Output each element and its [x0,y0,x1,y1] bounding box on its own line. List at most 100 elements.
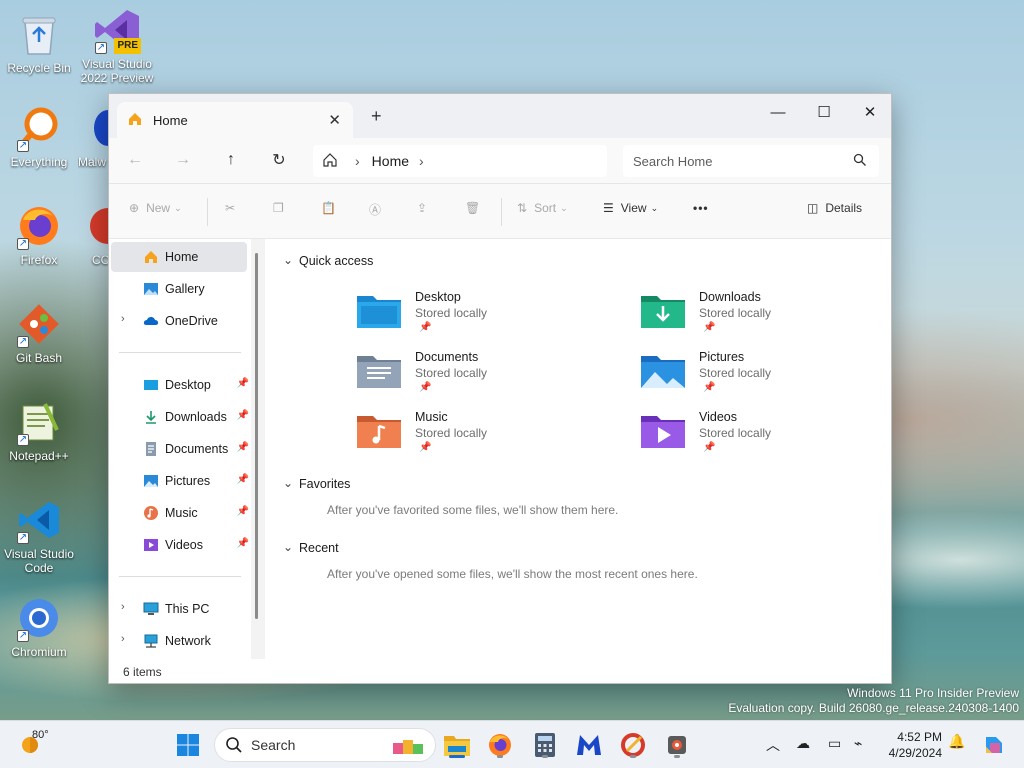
close-tab-icon[interactable]: ✕ [328,111,341,129]
chevron-right-icon[interactable]: › [121,601,125,613]
file-explorer-icon [444,736,470,756]
share-icon[interactable]: ⇪ [417,201,427,215]
desktop-icon-chromium[interactable]: ↗ Chromium [0,594,78,659]
quick-access-item-pictures[interactable]: Pictures Stored locally 📌 [641,348,901,398]
evaluation-watermark: Windows 11 Pro Insider Preview Evaluatio… [728,686,1019,716]
maximize-button[interactable]: ☐ [801,98,847,126]
taskbar-ccleaner[interactable] [617,729,649,761]
view-button[interactable]: ☰ View ⌄ [603,201,658,215]
quick-access-item-downloads[interactable]: Downloads Stored locally 📌 [641,288,901,338]
recent-header[interactable]: ⌄ Recent [283,540,339,555]
desktop-icon-ccleaner[interactable]: CC [78,202,108,267]
sidebar-item-downloads[interactable]: Downloads 📌 [111,402,249,432]
new-button[interactable]: ⊕ New ⌄ [129,201,182,215]
favorites-header[interactable]: ⌄ Favorites [283,476,350,491]
pin-icon[interactable]: 📌 [237,506,249,517]
quick-access-item-desktop[interactable]: Desktop Stored locally 📌 [357,288,617,338]
pin-icon[interactable]: 📌 [237,442,249,453]
start-button[interactable] [172,729,204,761]
address-bar[interactable]: › Home › [313,145,607,177]
refresh-icon[interactable]: ↻ [265,148,293,172]
pin-icon[interactable]: 📌 [237,538,249,549]
desktop-icon-vscode[interactable]: ↗ Visual Studio Code [0,496,78,575]
sidebar-item-documents[interactable]: Documents 📌 [111,434,249,464]
desktop-icon-notepad-plus-plus[interactable]: ↗ Notepad++ [0,398,78,463]
sidebar-item-network[interactable]: › Network [111,626,247,656]
running-indicator [674,755,680,758]
taskbar-app-gear[interactable] [661,729,693,761]
preview-badge: PRE [114,38,141,54]
sidebar-item-gallery[interactable]: Gallery [111,274,247,304]
quick-access-name: Pictures [699,350,745,364]
paste-icon[interactable]: 📋 [321,201,336,215]
pin-icon[interactable]: 📌 [237,378,249,389]
details-pane-button[interactable]: ◫ Details [807,201,862,215]
copy-icon[interactable]: ❐ [273,201,284,215]
taskbar-firefox[interactable] [484,729,516,761]
back-arrow-icon[interactable]: ← [121,148,149,172]
chevron-right-icon[interactable]: › [355,153,360,169]
tab-home[interactable]: Home ✕ [117,102,353,138]
sidebar-scroll-track[interactable] [251,239,265,659]
details-pane-icon: ◫ [807,201,819,215]
quick-access-item-videos[interactable]: Videos Stored locally 📌 [641,408,901,458]
desktop-icon-label: Visual Studio 2022 Preview [80,57,154,85]
desktop-icon-recycle-bin[interactable]: Recycle Bin [0,10,78,75]
quick-access-item-documents[interactable]: Documents Stored locally 📌 [357,348,617,398]
home-outline-icon[interactable] [321,151,345,172]
sidebar-item-music[interactable]: Music 📌 [111,498,249,528]
chevron-down-icon[interactable]: ⌄ [283,253,293,267]
sidebar-item-home[interactable]: Home [111,242,247,272]
separator [501,198,502,226]
desktop-icon-git-bash[interactable]: ↗ Git Bash [0,300,78,365]
clock-time: 4:52 PM [897,730,942,744]
sidebar-scrollbar[interactable] [255,253,258,619]
sidebar-item-this-pc[interactable]: › This PC [111,594,247,624]
sidebar-item-onedrive[interactable]: › OneDrive [111,306,247,336]
quick-access-name: Desktop [415,290,461,304]
chevron-right-icon[interactable]: › [121,633,125,645]
desktop-icon-firefox[interactable]: ↗ Firefox [0,202,78,267]
quick-access-item-music[interactable]: Music Stored locally 📌 [357,408,617,458]
notepad-plus-plus-icon: ↗ [15,398,63,446]
show-hidden-icons-chevron-up-icon[interactable]: ︿ [766,735,780,755]
taskbar-malwarebytes[interactable] [573,729,605,761]
display-icon[interactable]: ▭ [828,735,841,752]
chevron-right-icon[interactable]: › [121,313,125,325]
sidebar-item-desktop[interactable]: Desktop 📌 [111,370,249,400]
music-folder-icon [357,412,401,448]
network-status-icon[interactable]: ⌁ [854,735,862,752]
desktop-icon-malwarebytes[interactable]: Malw [78,104,108,169]
onedrive-offline-icon[interactable]: ☁ [796,735,810,752]
delete-icon[interactable]: 🗑 [465,201,480,215]
more-options-button[interactable]: ••• [693,201,709,215]
notification-bell-icon[interactable]: 🔔 [948,733,965,750]
weather-widget[interactable]: 80° [18,729,68,761]
sort-button[interactable]: ⇅ Sort ⌄ [517,201,568,215]
breadcrumb-home[interactable]: Home [372,153,409,169]
search-box[interactable]: Search Home [623,145,879,177]
pin-icon[interactable]: 📌 [237,410,249,421]
sidebar-item-pictures[interactable]: Pictures 📌 [111,466,249,496]
chevron-right-icon[interactable]: › [419,153,424,169]
taskbar-search-box[interactable]: Search [214,728,436,762]
desktop-icon-visual-studio-preview[interactable]: PRE ↗ Visual Studio 2022 Preview [78,6,156,85]
close-window-button[interactable]: ✕ [847,98,893,126]
copilot-button[interactable] [978,729,1010,761]
new-tab-button[interactable]: + [371,106,382,127]
forward-arrow-icon[interactable]: → [169,148,197,172]
taskbar-calculator[interactable] [529,729,561,761]
pin-icon[interactable]: 📌 [237,474,249,485]
minimize-button[interactable]: — [755,98,801,126]
taskbar-file-explorer[interactable] [441,729,473,761]
chevron-down-icon[interactable]: ⌄ [283,540,293,554]
desktop-icon-everything[interactable]: ↗ Everything [0,104,78,169]
taskbar-clock[interactable]: 4:52 PM 4/29/2024 [880,729,942,761]
chevron-down-icon: ⌄ [650,202,659,213]
chevron-down-icon[interactable]: ⌄ [283,476,293,490]
up-arrow-icon[interactable]: ↑ [217,148,245,172]
quick-access-header[interactable]: ⌄ Quick access [283,253,373,268]
sidebar-item-videos[interactable]: Videos 📌 [111,530,249,560]
cut-icon[interactable]: ✂ [225,201,235,215]
rename-icon[interactable]: Ⓐ [369,201,381,218]
